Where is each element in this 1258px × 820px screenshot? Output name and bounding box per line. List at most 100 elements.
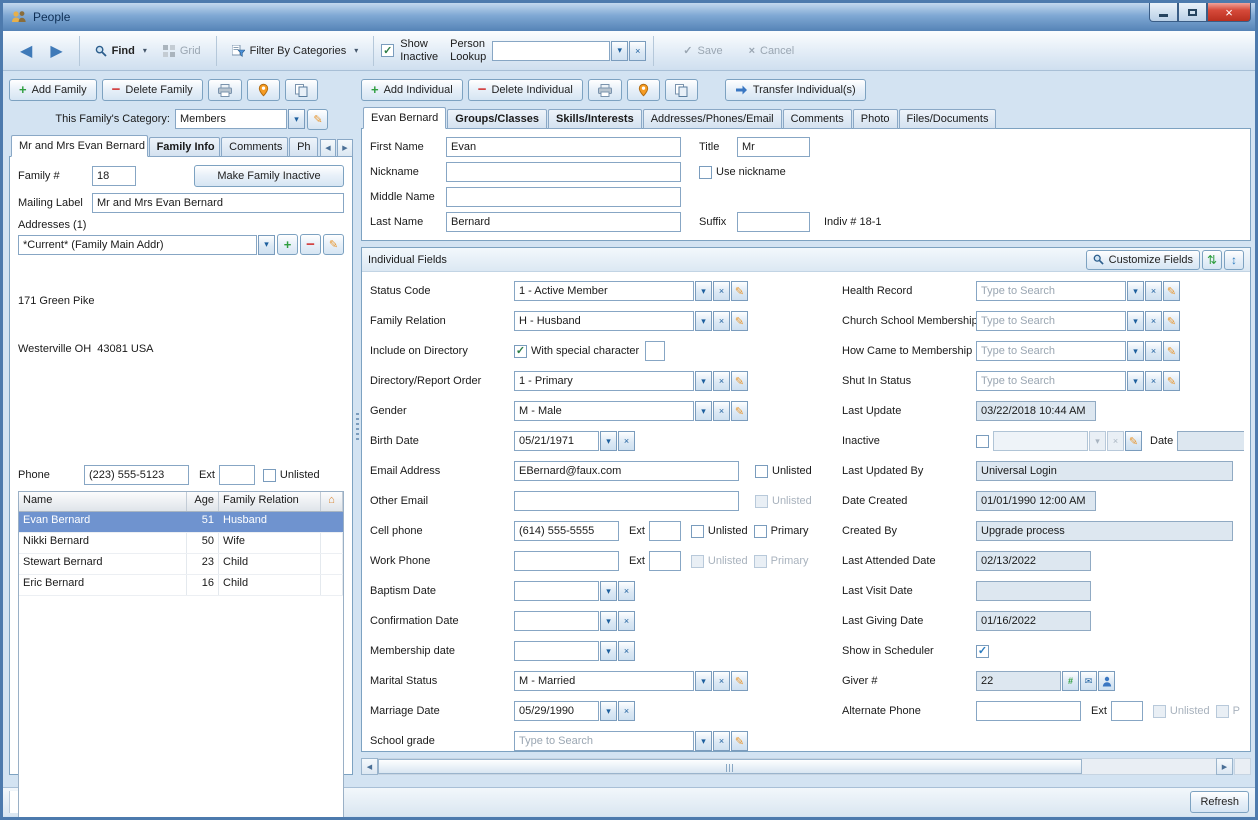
table-row[interactable]: Eric Bernard 16 Child bbox=[19, 575, 343, 596]
dropdown-icon[interactable]: ▾ bbox=[600, 581, 617, 601]
edit-icon[interactable]: ✎ bbox=[731, 401, 748, 421]
work-phone-ext-field[interactable] bbox=[649, 551, 681, 571]
family-number-field[interactable]: 18 bbox=[92, 166, 136, 186]
how-came-to-membership-combo[interactable]: Type to Search bbox=[976, 341, 1126, 361]
family-phone-field[interactable]: (223) 555-5123 bbox=[84, 465, 189, 485]
work-primary-checkbox[interactable] bbox=[754, 555, 767, 568]
dropdown-icon[interactable]: ▾ bbox=[695, 371, 712, 391]
cancel-button[interactable]: × Cancel bbox=[741, 42, 803, 60]
show-in-scheduler-checkbox[interactable] bbox=[976, 645, 989, 658]
edit-icon[interactable]: ✎ bbox=[1163, 281, 1180, 301]
edit-icon[interactable]: ✎ bbox=[1163, 311, 1180, 331]
special-character-field[interactable] bbox=[645, 341, 665, 361]
title-bar[interactable]: People × bbox=[3, 3, 1255, 31]
tab-groups-classes[interactable]: Groups/Classes bbox=[447, 109, 547, 129]
person-lookup-input[interactable] bbox=[492, 41, 610, 61]
envelope-icon[interactable]: ✉ bbox=[1080, 671, 1097, 691]
edit-icon[interactable]: ✎ bbox=[731, 731, 748, 751]
home-icon[interactable]: ⌂ bbox=[321, 492, 343, 511]
clear-icon[interactable]: × bbox=[713, 731, 730, 751]
tab-family-comments[interactable]: Comments bbox=[221, 137, 288, 157]
edit-icon[interactable]: ✎ bbox=[1163, 371, 1180, 391]
scrollbar-thumb[interactable] bbox=[378, 759, 1082, 774]
scroll-left-icon[interactable]: ◀ bbox=[361, 758, 378, 775]
print-family-button[interactable] bbox=[208, 79, 242, 101]
cell-phone-field[interactable]: (614) 555-5555 bbox=[514, 521, 619, 541]
dropdown-icon[interactable]: ▾ bbox=[600, 701, 617, 721]
inactive-checkbox[interactable] bbox=[976, 435, 989, 448]
table-row[interactable]: Stewart Bernard 23 Child bbox=[19, 554, 343, 575]
tab-family-name[interactable]: Mr and Mrs Evan Bernard bbox=[11, 135, 148, 157]
refresh-button[interactable]: Refresh bbox=[1190, 791, 1249, 813]
person-icon[interactable] bbox=[1098, 671, 1115, 691]
tab-photo[interactable]: Photo bbox=[853, 109, 898, 129]
dropdown-icon[interactable]: ▾ bbox=[1127, 371, 1144, 391]
edit-icon[interactable]: ✎ bbox=[1125, 431, 1142, 451]
back-arrow-icon[interactable]: ◀ bbox=[11, 41, 41, 61]
gender-combo[interactable]: M - Male bbox=[514, 401, 694, 421]
dropdown-icon[interactable]: ▾ bbox=[695, 401, 712, 421]
delete-address-button[interactable]: − bbox=[300, 234, 321, 255]
save-button[interactable]: ✓ Save bbox=[675, 41, 730, 60]
first-name-field[interactable]: Evan bbox=[446, 137, 681, 157]
clear-icon[interactable]: × bbox=[1107, 431, 1124, 451]
work-unlisted-checkbox[interactable] bbox=[691, 555, 704, 568]
tab-family-info[interactable]: Family Info bbox=[149, 137, 221, 157]
cell-primary-checkbox[interactable] bbox=[754, 525, 767, 538]
show-inactive-checkbox[interactable] bbox=[381, 44, 394, 57]
customize-fields-button[interactable]: Customize Fields bbox=[1086, 250, 1200, 270]
tab-scroll-left-icon[interactable]: ◀ bbox=[320, 139, 336, 157]
table-row[interactable]: Evan Bernard 51 Husband bbox=[19, 512, 343, 533]
middle-name-field[interactable] bbox=[446, 187, 681, 207]
clear-icon[interactable]: × bbox=[618, 611, 635, 631]
clear-icon[interactable]: × bbox=[1145, 311, 1162, 331]
marital-status-combo[interactable]: M - Married bbox=[514, 671, 694, 691]
giver-number-field[interactable]: 22 bbox=[976, 671, 1061, 691]
edit-icon[interactable]: ✎ bbox=[731, 671, 748, 691]
dropdown-icon[interactable]: ▾ bbox=[1127, 281, 1144, 301]
map-family-button[interactable] bbox=[247, 79, 280, 101]
shut-in-status-combo[interactable]: Type to Search bbox=[976, 371, 1126, 391]
dropdown-icon[interactable]: ▾ bbox=[1089, 431, 1106, 451]
close-button[interactable]: × bbox=[1207, 3, 1251, 22]
clear-icon[interactable]: × bbox=[713, 311, 730, 331]
edit-icon[interactable]: ✎ bbox=[731, 311, 748, 331]
column-header-relation[interactable]: Family Relation bbox=[219, 492, 321, 511]
directory-report-order-combo[interactable]: 1 - Primary bbox=[514, 371, 694, 391]
family-category-combo[interactable]: Members bbox=[175, 109, 287, 129]
other-email-unlisted-checkbox[interactable] bbox=[755, 495, 768, 508]
suffix-field[interactable] bbox=[737, 212, 810, 232]
cell-phone-ext-field[interactable] bbox=[649, 521, 681, 541]
clear-icon[interactable]: × bbox=[713, 371, 730, 391]
tab-individual-name[interactable]: Evan Bernard bbox=[363, 107, 446, 129]
clear-icon[interactable]: × bbox=[713, 281, 730, 301]
work-phone-field[interactable] bbox=[514, 551, 619, 571]
minimize-button[interactable] bbox=[1149, 3, 1178, 22]
scroll-right-icon[interactable]: ▶ bbox=[1216, 758, 1233, 775]
edit-address-button[interactable]: ✎ bbox=[323, 234, 344, 255]
marriage-date-field[interactable]: 05/29/1990 bbox=[514, 701, 599, 721]
address-combo[interactable]: *Current* (Family Main Addr) bbox=[18, 235, 257, 255]
dropdown-icon[interactable]: ▾ bbox=[695, 281, 712, 301]
family-relation-combo[interactable]: H - Husband bbox=[514, 311, 694, 331]
alternate-phone-ext-field[interactable] bbox=[1111, 701, 1143, 721]
health-record-combo[interactable]: Type to Search bbox=[976, 281, 1126, 301]
email-address-field[interactable]: EBernard@faux.com bbox=[514, 461, 739, 481]
column-header-name[interactable]: Name bbox=[19, 492, 187, 511]
edit-category-button[interactable]: ✎ bbox=[307, 109, 328, 130]
dropdown-icon[interactable]: ▾ bbox=[600, 431, 617, 451]
forward-arrow-icon[interactable]: ▶ bbox=[41, 41, 71, 61]
dropdown-icon[interactable]: ▾ bbox=[695, 671, 712, 691]
add-individual-button[interactable]: +Add Individual bbox=[361, 79, 463, 101]
edit-icon[interactable]: ✎ bbox=[731, 371, 748, 391]
dropdown-icon[interactable]: ▾ bbox=[1127, 341, 1144, 361]
sort-fields-icon[interactable]: ⇅ bbox=[1202, 250, 1222, 270]
tab-comments[interactable]: Comments bbox=[783, 109, 852, 129]
cell-unlisted-checkbox[interactable] bbox=[691, 525, 704, 538]
clear-icon[interactable]: × bbox=[1145, 341, 1162, 361]
tab-skills-interests[interactable]: Skills/Interests bbox=[548, 109, 642, 129]
clear-icon[interactable]: × bbox=[1145, 371, 1162, 391]
nickname-field[interactable] bbox=[446, 162, 681, 182]
use-nickname-checkbox[interactable] bbox=[699, 166, 712, 179]
inactive-date-field[interactable] bbox=[1177, 431, 1244, 451]
